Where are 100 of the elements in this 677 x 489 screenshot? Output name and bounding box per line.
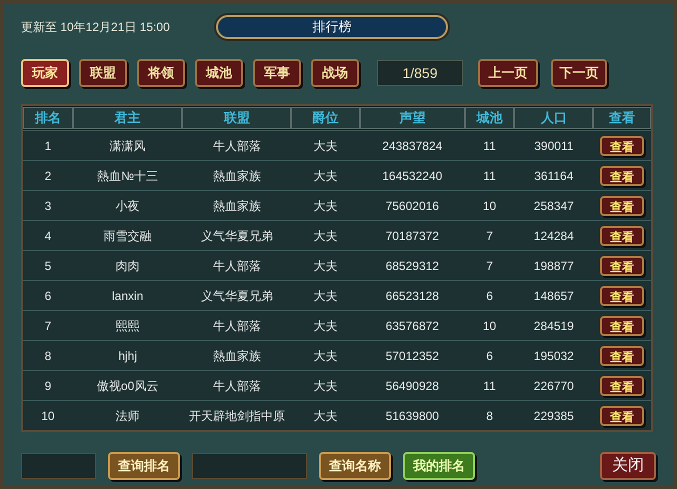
table-cell-text: 390011 <box>533 138 574 154</box>
table-cell-text: 284519 <box>532 318 575 334</box>
table-cell-text: 10 <box>482 198 498 214</box>
table-cell-text: 牛人部落 <box>212 258 262 274</box>
table-cell-text: 大夫 <box>312 288 339 304</box>
window-title: 排行榜 <box>216 15 448 39</box>
view-button[interactable]: 查看 <box>600 346 644 366</box>
table-cell-text: 164532240 <box>381 168 444 184</box>
table-cell-text: 7 <box>485 258 494 274</box>
table-cell-text: 124284 <box>532 228 575 244</box>
table-cell-text: 开天辟地剑指中原 <box>188 408 286 424</box>
table-cell-text: lanxin <box>110 288 144 304</box>
table-cell-text: 大夫 <box>312 378 339 394</box>
table-cell-text: 10 <box>482 318 498 334</box>
category-tab[interactable]: 城池 <box>195 59 243 87</box>
column-header: 排名 <box>23 107 73 129</box>
table-cell-text: 9 <box>44 378 52 394</box>
view-button[interactable]: 查看 <box>600 256 644 276</box>
next-page-button[interactable]: 下一页 <box>551 59 607 87</box>
category-tab[interactable]: 联盟 <box>79 59 127 87</box>
table-cell-text: 195032 <box>532 348 575 364</box>
column-header: 爵位 <box>291 107 360 129</box>
my-rank-button[interactable]: 我的排名 <box>403 452 475 480</box>
table-cell-text: 56490928 <box>384 378 440 394</box>
column-header: 声望 <box>360 107 465 129</box>
table-cell-text: 小夜 <box>114 198 141 214</box>
table-cell-text: 义气华夏兄弟 <box>200 288 274 304</box>
table-cell-text: 3 <box>44 198 52 214</box>
table-cell-text: 148657 <box>532 288 575 304</box>
table-cell-text: 6 <box>485 288 494 304</box>
table-cell-text: 57012352 <box>384 348 440 364</box>
table-cell-text: 229385 <box>532 408 575 424</box>
column-header: 人口 <box>514 107 594 129</box>
table-cell-text: 51639800 <box>384 408 440 424</box>
query-button[interactable]: 查询名称 <box>319 452 391 480</box>
view-button[interactable]: 查看 <box>600 196 644 216</box>
table-cell-text: 7 <box>44 318 52 334</box>
table-cell-text: 熱血家族 <box>212 168 262 184</box>
table-cell-text: 11 <box>482 378 497 394</box>
search-field[interactable] <box>192 453 307 479</box>
table-cell-text: 大夫 <box>312 228 339 244</box>
table-cell-text: 潇潇风 <box>108 138 147 154</box>
table-cell-text: 牛人部落 <box>212 138 262 154</box>
table-cell-text: 63576872 <box>384 318 440 334</box>
category-tab[interactable]: 军事 <box>253 59 301 87</box>
category-tab[interactable]: 玩家 <box>21 59 69 87</box>
table-cell-text: 熱血家族 <box>212 348 262 364</box>
category-tab[interactable]: 战场 <box>311 59 359 87</box>
view-button[interactable]: 查看 <box>600 376 644 396</box>
column-header: 城池 <box>464 107 514 129</box>
table-cell-text: 4 <box>44 228 52 244</box>
table-cell-text: 义气华夏兄弟 <box>200 228 274 244</box>
column-header: 查看 <box>593 107 651 129</box>
table-cell-text: 大夫 <box>312 258 339 274</box>
table-cell-text: 8 <box>485 408 494 424</box>
view-button[interactable]: 查看 <box>600 316 644 336</box>
table-cell-text: 6 <box>44 288 52 304</box>
table-cell-text: 70187372 <box>384 228 440 244</box>
category-tab[interactable]: 将领 <box>137 59 185 87</box>
table-cell-text: 大夫 <box>312 318 339 334</box>
table-cell-text: 66523128 <box>384 288 440 304</box>
table-cell-text: 熙熙 <box>114 318 141 334</box>
table-cell-text: 8 <box>44 348 52 364</box>
table-cell-text: 大夫 <box>312 198 339 214</box>
table-cell-text: 258347 <box>532 198 575 214</box>
view-button[interactable]: 查看 <box>600 406 644 426</box>
table-cell-text: hjhj <box>117 348 138 364</box>
table-cell-text: 11 <box>482 138 497 154</box>
table-cell-text: 牛人部落 <box>212 378 262 394</box>
view-button[interactable]: 查看 <box>600 226 644 246</box>
table-cell-text: 10 <box>40 408 56 424</box>
column-header: 联盟 <box>182 107 292 129</box>
page-indicator: 1/859 <box>377 60 463 86</box>
table-cell-text: 68529312 <box>384 258 440 274</box>
table-cell-text: 6 <box>485 348 494 364</box>
table-cell-text: 2 <box>44 168 52 184</box>
table-cell-text: 75602016 <box>384 198 440 214</box>
table-cell-text: 雨雪交融 <box>102 228 153 244</box>
search-field[interactable] <box>21 453 96 479</box>
table-cell-text: 肉肉 <box>114 258 141 274</box>
update-time: 更新至 10年12月21日 15:00 <box>21 19 171 36</box>
table-cell-text: 大夫 <box>312 168 339 184</box>
query-button[interactable]: 查询排名 <box>108 452 180 480</box>
table-cell-text: 243837824 <box>381 138 444 154</box>
close-button[interactable]: 关闭 <box>600 452 656 480</box>
table-cell-text: 牛人部落 <box>212 318 262 334</box>
table-cell-text: 1 <box>44 138 52 154</box>
table-cell-text: 大夫 <box>312 348 339 364</box>
table-cell-text: 大夫 <box>312 408 339 424</box>
table-cell-text: 226770 <box>532 378 575 394</box>
prev-page-button[interactable]: 上一页 <box>478 59 538 87</box>
table-cell-text: 7 <box>485 228 494 244</box>
column-header: 君主 <box>72 107 182 129</box>
view-button[interactable]: 查看 <box>600 136 644 156</box>
table-cell-text: 大夫 <box>312 138 339 154</box>
view-button[interactable]: 查看 <box>600 166 644 186</box>
table-cell-text: 5 <box>44 258 52 274</box>
table-cell-text: 熱血№十三 <box>96 168 160 184</box>
table-cell-text: 傲视o0风云 <box>96 378 160 394</box>
view-button[interactable]: 查看 <box>600 286 644 306</box>
